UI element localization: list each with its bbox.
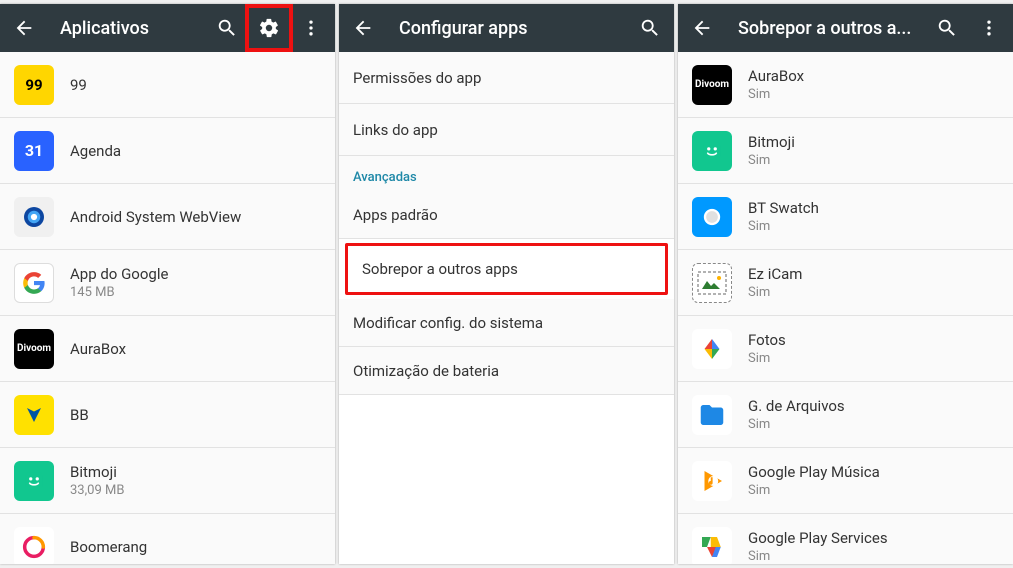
back-icon[interactable] xyxy=(12,16,36,40)
app-list: 99 99 31 Agenda Android System WebView App do… xyxy=(0,52,335,564)
app-row[interactable]: Google Play Música Sim xyxy=(678,448,1013,514)
settings-item-label: Links do app xyxy=(353,121,438,139)
app-icon xyxy=(14,395,54,435)
appbar-title: Sobrepor a outros a... xyxy=(738,18,917,39)
app-status: Sim xyxy=(748,351,999,366)
settings-list: Permissões do app Links do app Avançadas Ap… xyxy=(339,52,674,564)
appbar-title: Aplicativos xyxy=(60,18,197,39)
app-name: Ez iCam xyxy=(748,265,999,283)
app-row[interactable]: Bitmoji Sim xyxy=(678,118,1013,184)
settings-item[interactable]: Permissões do app xyxy=(339,52,674,104)
app-icon: Divoom xyxy=(14,329,54,369)
app-row[interactable]: Bitmoji 33,09 MB xyxy=(0,448,335,514)
app-icon xyxy=(14,461,54,501)
screen-aplicativos: Aplicativos 99 99 31 Agenda Android System W… xyxy=(0,4,335,564)
search-icon[interactable] xyxy=(638,16,662,40)
app-name: Google Play Música xyxy=(748,463,999,481)
app-icon xyxy=(692,395,732,435)
settings-item-label: Modificar config. do sistema xyxy=(353,314,543,332)
app-row[interactable]: BB xyxy=(0,382,335,448)
app-name: Agenda xyxy=(70,142,321,160)
app-icon: 99 xyxy=(14,65,54,105)
app-name: Google Play Services xyxy=(748,529,999,547)
settings-item[interactable]: Sobrepor a outros apps xyxy=(345,243,668,295)
gear-icon[interactable] xyxy=(257,16,281,40)
app-status: Sim xyxy=(748,153,999,168)
section-header: Avançadas xyxy=(339,156,674,191)
app-icon: Divoom xyxy=(692,65,732,105)
app-row[interactable]: Google Play Services Sim xyxy=(678,514,1013,564)
app-row[interactable]: Boomerang xyxy=(0,514,335,564)
settings-item-label: Apps padrão xyxy=(353,206,438,224)
app-icon xyxy=(692,197,732,237)
search-icon[interactable] xyxy=(215,16,239,40)
app-name: Boomerang xyxy=(70,538,321,556)
app-icon xyxy=(692,527,732,565)
appbar: Sobrepor a outros a... xyxy=(678,4,1013,52)
app-row[interactable]: G. de Arquivos Sim xyxy=(678,382,1013,448)
settings-item-label: Otimização de bateria xyxy=(353,362,499,380)
app-icon xyxy=(692,131,732,171)
settings-item[interactable]: Modificar config. do sistema xyxy=(339,299,674,347)
app-icon xyxy=(14,263,54,303)
app-name: G. de Arquivos xyxy=(748,397,999,415)
app-row[interactable]: BT Swatch Sim xyxy=(678,184,1013,250)
app-icon: 31 xyxy=(14,131,54,171)
app-name: Bitmoji xyxy=(748,133,999,151)
app-row[interactable]: 99 99 xyxy=(0,52,335,118)
app-status: Sim xyxy=(748,87,999,102)
app-row[interactable]: App do Google 145 MB xyxy=(0,250,335,316)
app-name: 99 xyxy=(70,76,321,94)
settings-item[interactable]: Otimização de bateria xyxy=(339,347,674,395)
app-icon xyxy=(692,329,732,369)
appbar: Configurar apps xyxy=(339,4,674,52)
overflow-icon[interactable] xyxy=(977,16,1001,40)
app-row[interactable]: Fotos Sim xyxy=(678,316,1013,382)
app-name: Android System WebView xyxy=(70,208,321,226)
overflow-icon[interactable] xyxy=(299,16,323,40)
app-status: Sim xyxy=(748,417,999,432)
app-subtitle: 145 MB xyxy=(70,285,321,300)
settings-item[interactable]: Links do app xyxy=(339,104,674,156)
app-name: App do Google xyxy=(70,265,321,283)
app-name: AuraBox xyxy=(70,340,321,358)
screen-sobrepor: Sobrepor a outros a... DivoomAuraBoxSimB… xyxy=(678,4,1013,564)
app-name: BB xyxy=(70,406,321,424)
app-icon xyxy=(14,197,54,237)
appbar: Aplicativos xyxy=(0,4,335,52)
app-row[interactable]: Ez iCam Sim xyxy=(678,250,1013,316)
app-row[interactable]: Android System WebView xyxy=(0,184,335,250)
search-icon[interactable] xyxy=(935,16,959,40)
app-status: Sim xyxy=(748,549,999,564)
app-icon xyxy=(14,527,54,565)
app-name: Fotos xyxy=(748,331,999,349)
appbar-title: Configurar apps xyxy=(399,18,620,39)
settings-item-label: Permissões do app xyxy=(353,69,481,87)
settings-item-label: Sobrepor a outros apps xyxy=(362,260,518,278)
app-icon xyxy=(692,263,732,303)
back-icon[interactable] xyxy=(690,16,714,40)
app-list: DivoomAuraBoxSimBitmojiSimBT SwatchSimEz… xyxy=(678,52,1013,564)
app-name: BT Swatch xyxy=(748,199,999,217)
back-icon[interactable] xyxy=(351,16,375,40)
app-icon xyxy=(692,461,732,501)
app-row[interactable]: Divoom AuraBox xyxy=(0,316,335,382)
settings-item[interactable]: Apps padrão xyxy=(339,191,674,239)
screen-configurar-apps: Configurar apps Permissões do app Links d… xyxy=(339,4,674,564)
app-status: Sim xyxy=(748,483,999,498)
app-name: AuraBox xyxy=(748,67,999,85)
app-row[interactable]: 31 Agenda xyxy=(0,118,335,184)
app-status: Sim xyxy=(748,285,999,300)
app-status: Sim xyxy=(748,219,999,234)
app-name: Bitmoji xyxy=(70,463,321,481)
app-subtitle: 33,09 MB xyxy=(70,483,321,498)
app-row[interactable]: Divoom AuraBox Sim xyxy=(678,52,1013,118)
